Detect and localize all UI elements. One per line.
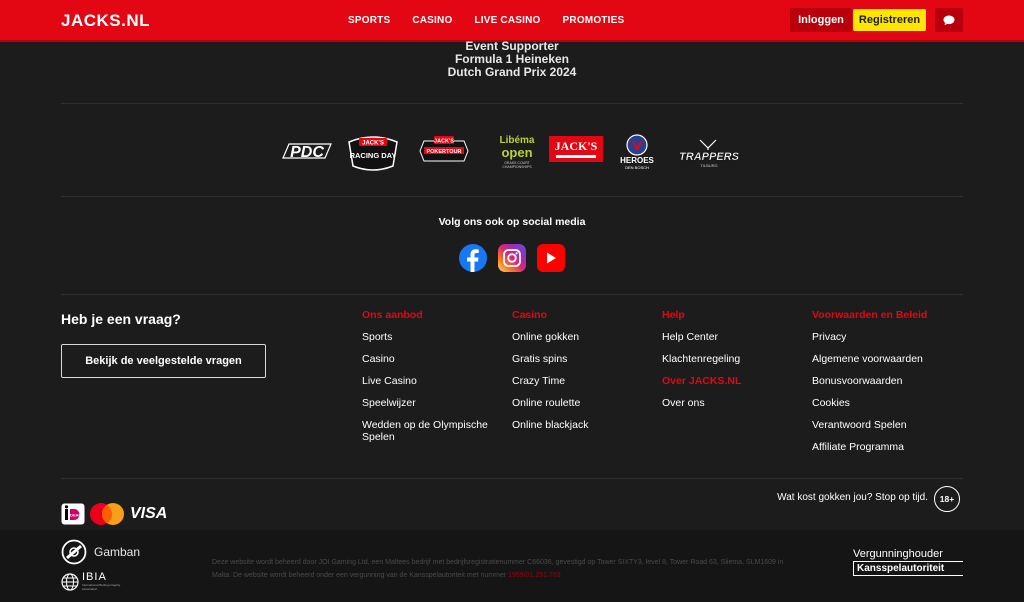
heroes-text: HEROES	[620, 156, 654, 165]
social-title: Volg ons ook op social media	[438, 216, 586, 228]
libema-open-logo[interactable]: Libéma open GRASS COURT CHAMPIONSHIPS	[494, 132, 540, 172]
kansspelautoriteit-logo[interactable]: Vergunninghouder Kansspelautoriteit	[853, 548, 963, 576]
ideal-text: iDEAL	[69, 513, 82, 518]
register-button[interactable]: Registreren	[853, 9, 926, 31]
column-heading-over: Over JACKS.NL	[662, 375, 742, 387]
footer-link-live-casino[interactable]: Live Casino	[362, 375, 502, 387]
footer-link-over-ons[interactable]: Over ons	[662, 397, 802, 409]
nav-sports[interactable]: SPORTS	[348, 15, 390, 26]
racing-mid-text: RACING DAY	[350, 151, 397, 160]
event-supporter-text: Event Supporter Formula 1 Heineken Dutch…	[380, 40, 644, 79]
divider	[61, 294, 963, 295]
main-nav: SPORTS CASINO LIVE CASINO PROMOTIES	[348, 15, 646, 26]
column-heading: Ons aanbod	[362, 309, 423, 321]
visa-logo: VISA	[130, 505, 168, 522]
footer-column-voorwaarden: Voorwaarden en Beleid Privacy Algemene v…	[812, 309, 963, 463]
jacks-racing-day-logo[interactable]: JACK'S RACING DAY	[343, 132, 403, 174]
ibia-logo[interactable]: IBIA International Betting Integrity Ass…	[61, 572, 127, 591]
footer-link-olympische-spelen[interactable]: Wedden op de Olympische Spelen	[362, 419, 502, 443]
footer-link-crazy-time[interactable]: Crazy Time	[512, 375, 652, 387]
login-button[interactable]: Inloggen	[790, 8, 852, 32]
ideal-logo: iDEAL	[61, 503, 85, 530]
poker-top-text: JACK'S	[434, 139, 454, 145]
event-line-3: Dutch Grand Prix 2024	[447, 65, 577, 79]
footer-link-online-blackjack[interactable]: Online blackjack	[512, 419, 652, 431]
nav-casino[interactable]: CASINO	[412, 15, 452, 26]
jacks-world-series-logo[interactable]: JACK'S	[549, 136, 603, 162]
license-number-link[interactable]: 1959/01.251.763	[508, 572, 561, 579]
divider	[61, 478, 963, 479]
column-heading: Help	[662, 309, 685, 321]
footer-link-speelwijzer[interactable]: Speelwijzer	[362, 397, 502, 409]
jacks-pokertour-logo[interactable]: JACK'S POKERTOUR	[416, 133, 472, 169]
age-18-badge: 18+	[934, 486, 960, 512]
libema-text: Libéma	[499, 134, 535, 146]
divider	[61, 103, 963, 104]
libema-open-text: open	[501, 144, 533, 160]
footer-link-verantwoord-spelen[interactable]: Verantwoord Spelen	[812, 419, 963, 431]
footer-link-klachtenregeling[interactable]: Klachtenregeling	[662, 353, 802, 365]
help-question-heading: Heb je een vraag?	[61, 311, 181, 327]
gamban-icon	[61, 539, 87, 565]
chat-button[interactable]	[935, 8, 963, 32]
footer-column-help: Help Help Center Klachtenregeling Over J…	[662, 309, 802, 419]
jacks-badge-underline	[556, 155, 596, 158]
ibia-sub-text: International Betting Integrity Associat…	[82, 583, 121, 591]
trappers-text: TRAPPERS	[679, 151, 740, 163]
legal-body: Deze website wordt beheerd door JOI Gami…	[212, 559, 784, 579]
mastercard-logo	[89, 502, 125, 531]
racing-top-text: JACK'S	[362, 141, 384, 147]
footer-link-gratis-spins[interactable]: Gratis spins	[512, 353, 652, 365]
trappers-sub-text: TILBURG	[700, 163, 717, 168]
heroes-sub-text: DEN BOSCH	[625, 165, 649, 170]
footer-link-privacy[interactable]: Privacy	[812, 331, 963, 343]
footer-link-online-gokken[interactable]: Online gokken	[512, 331, 652, 343]
poker-mid-text: POKERTOUR	[426, 149, 461, 155]
heroes-den-bosch-logo[interactable]: HEROES DEN BOSCH	[619, 130, 655, 174]
faq-button[interactable]: Bekijk de veelgestelde vragen	[61, 344, 266, 378]
heroes-emblem	[626, 134, 648, 156]
regulator-line-1: Vergunninghouder	[853, 548, 943, 560]
footer-link-algemene-voorwaarden[interactable]: Algemene voorwaarden	[812, 353, 963, 365]
top-header: JACKS.NL SPORTS CASINO LIVE CASINO PROMO…	[0, 0, 1024, 42]
regulator-line-2: Kansspelautoriteit	[853, 561, 963, 576]
nav-live-casino[interactable]: LIVE CASINO	[474, 15, 540, 26]
responsible-gaming-text: Wat kost gokken jou? Stop op tijd.	[777, 492, 928, 503]
youtube-link[interactable]	[537, 244, 565, 272]
footer-link-online-roulette[interactable]: Online roulette	[512, 397, 652, 409]
pdc-logo[interactable]: PDC	[279, 136, 335, 168]
column-heading: Casino	[512, 309, 548, 321]
footer-link-sports[interactable]: Sports	[362, 331, 502, 343]
facebook-link[interactable]	[459, 244, 487, 272]
footer-column-aanbod: Ons aanbod Sports Casino Live Casino Spe…	[362, 309, 502, 453]
chat-bubble-icon	[943, 15, 955, 25]
jacks-badge-text: JACK'S	[554, 139, 598, 153]
ibia-text: IBIA	[82, 571, 107, 583]
instagram-link[interactable]	[498, 244, 526, 272]
legal-text: Deze website wordt beheerd door JOI Gami…	[212, 556, 792, 582]
footer-link-bonusvoorwaarden[interactable]: Bonusvoorwaarden	[812, 375, 963, 387]
footer-link-affiliate-programma[interactable]: Affiliate Programma	[812, 441, 963, 453]
ibia-globe-icon	[61, 572, 79, 591]
instagram-icon	[503, 249, 521, 267]
youtube-icon	[547, 252, 556, 264]
divider	[61, 196, 963, 197]
trappers-tilburg-logo[interactable]: TRAPPERS TILBURG	[670, 136, 748, 172]
footer-link-casino[interactable]: Casino	[362, 353, 502, 365]
footer-link-cookies[interactable]: Cookies	[812, 397, 963, 409]
gamban-logo[interactable]: Gamban	[61, 539, 140, 565]
column-heading: Voorwaarden en Beleid	[812, 309, 928, 321]
footer-column-casino: Casino Online gokken Gratis spins Crazy …	[512, 309, 652, 441]
gamban-text: Gamban	[94, 545, 141, 559]
footer-link-help-center[interactable]: Help Center	[662, 331, 802, 343]
nav-promoties[interactable]: PROMOTIES	[563, 15, 625, 26]
site-logo[interactable]: JACKS.NL	[61, 11, 150, 31]
pdc-text: PDC	[290, 144, 324, 161]
facebook-icon	[467, 249, 479, 272]
libema-sub-text: GRASS COURT CHAMPIONSHIPS	[502, 160, 532, 169]
